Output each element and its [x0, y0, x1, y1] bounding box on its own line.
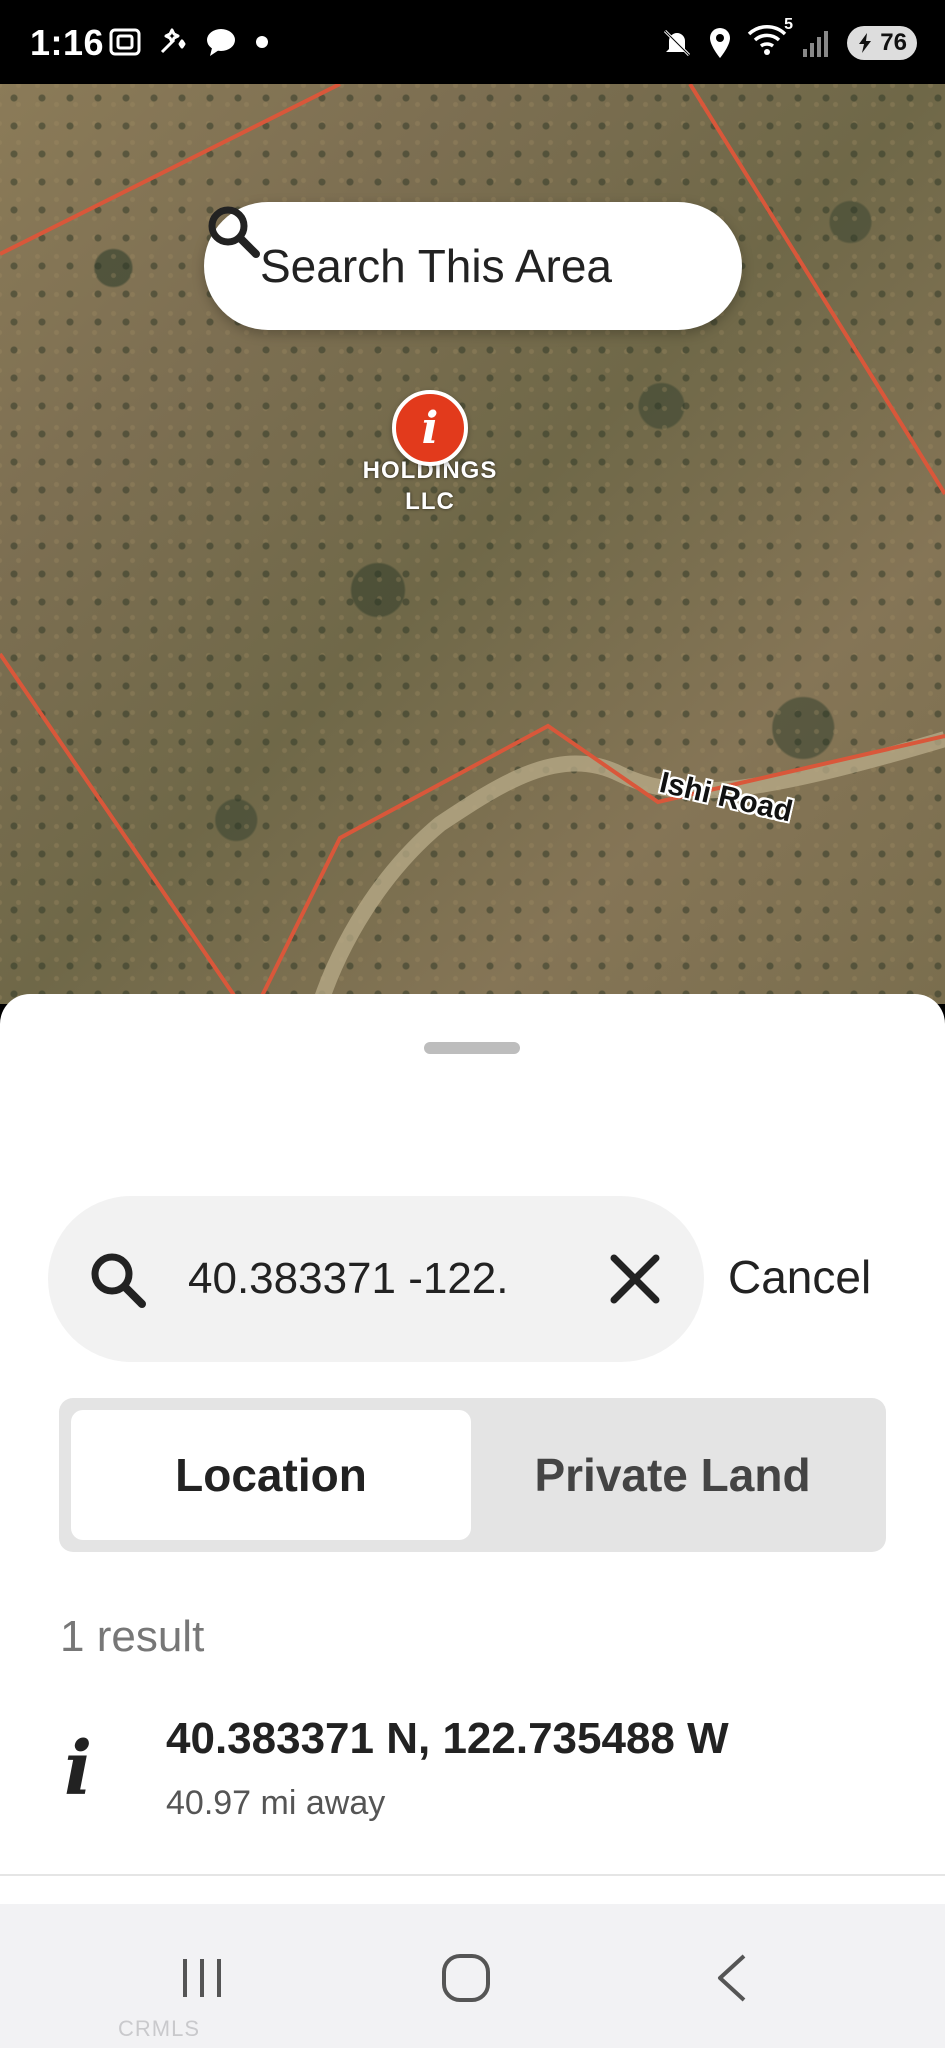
home-icon — [442, 1954, 490, 2002]
battery-icon: 76 — [847, 25, 917, 60]
search-this-area-button[interactable]: Search This Area — [204, 202, 742, 330]
chat-bubble-icon — [207, 29, 235, 56]
charging-bolt-icon — [859, 32, 871, 53]
back-icon — [718, 1954, 746, 2002]
search-input[interactable]: 40.383371 -122. — [48, 1196, 704, 1362]
search-input-value[interactable]: 40.383371 -122. — [188, 1254, 548, 1304]
recents-button[interactable] — [162, 1948, 242, 2008]
wifi-group: 5 — [747, 16, 793, 61]
watermark: CRMLS — [118, 2016, 201, 2041]
home-button[interactable] — [426, 1948, 506, 2008]
battery-level: 76 — [880, 28, 907, 56]
wifi-icon — [747, 25, 787, 55]
status-time: 1:16 — [30, 22, 105, 63]
result-type-tabs: Location Private Land — [59, 1398, 886, 1552]
result-distance: 40.97 mi away — [166, 1784, 386, 1822]
result-title: 40.383371 N, 122.735488 W — [166, 1714, 729, 1763]
info-icon: i — [64, 1726, 93, 1812]
tab-private-land[interactable]: Private Land — [471, 1410, 874, 1540]
info-marker-icon[interactable]: i — [392, 390, 468, 466]
status-right-icons: 5 76 — [661, 16, 917, 61]
recents-icon — [183, 1959, 221, 1997]
signal-icon — [803, 30, 828, 57]
dot-icon — [256, 36, 268, 48]
satellite-map[interactable]: Search This Area A N HOLDINGS LLC i Ishi… — [0, 84, 945, 1004]
status-bar: 1:16 5 76 — [0, 0, 945, 84]
spark-icon — [160, 28, 186, 54]
network-badge: 5 — [784, 16, 793, 33]
search-icon — [91, 1253, 146, 1308]
clear-icon[interactable] — [608, 1252, 662, 1306]
cancel-button[interactable]: Cancel — [728, 1250, 871, 1304]
back-button[interactable] — [692, 1948, 772, 2008]
result-count: 1 result — [60, 1612, 205, 1661]
status-left-icons — [108, 26, 272, 58]
sheet-drag-handle[interactable] — [424, 1042, 520, 1054]
search-this-area-label: Search This Area — [260, 240, 613, 292]
location-icon — [710, 27, 730, 58]
tab-location[interactable]: Location — [71, 1410, 471, 1540]
mute-icon — [663, 29, 691, 56]
list-item[interactable]: i 40.383371 N, 122.735488 W 40.97 mi awa… — [0, 1694, 945, 1876]
bottom-sheet: 40.383371 -122. Cancel Location Private … — [0, 994, 945, 1904]
search-icon — [208, 206, 260, 258]
screenshot-icon — [109, 28, 141, 56]
system-nav-bar: CRMLS — [0, 1904, 945, 2048]
